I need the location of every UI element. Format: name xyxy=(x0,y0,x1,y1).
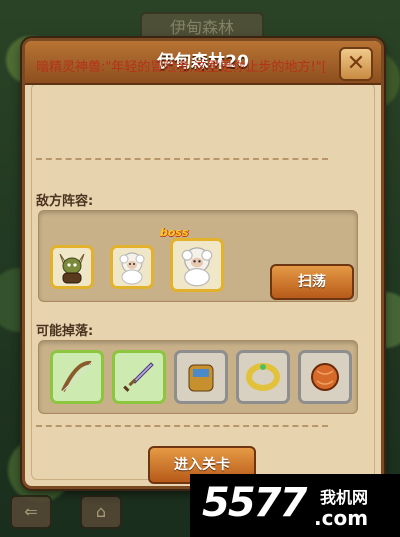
back-arrow-icon: ⇐ xyxy=(10,495,52,529)
enemy-slot[interactable] xyxy=(110,245,154,289)
watermark-domain: .com xyxy=(314,506,369,530)
site-watermark: 5577 我机网 .com xyxy=(190,474,400,537)
bow-icon xyxy=(61,360,92,392)
drop-slot[interactable] xyxy=(236,350,290,404)
watermark-number: 5577 xyxy=(202,480,307,526)
npc-quote: 暗精灵神兽:"年轻的冒险者,这里是你止步的地方!"[ xyxy=(36,60,327,75)
home-icon: ⌂ xyxy=(80,495,122,529)
drop-slot[interactable] xyxy=(174,350,228,404)
divider xyxy=(36,425,328,427)
enemy-boss-slot[interactable] xyxy=(170,238,224,292)
drop-slot[interactable] xyxy=(298,350,352,404)
horned-goblin-icon xyxy=(59,253,85,284)
white-sheep-boss-icon xyxy=(181,247,213,287)
possible-drops-label: 可能掉落: xyxy=(36,324,94,339)
enemy-slot[interactable] xyxy=(50,245,94,289)
watermark-site: 我机网 xyxy=(320,488,369,507)
ring-icon xyxy=(246,363,280,391)
sweep-button[interactable]: 扫荡 xyxy=(270,264,354,300)
orb-icon xyxy=(311,363,339,391)
drop-slot[interactable] xyxy=(50,350,104,404)
enemy-lineup-label: 敌方阵容: xyxy=(36,194,94,209)
close-button[interactable]: ✕ xyxy=(339,47,373,81)
sword-icon xyxy=(123,362,154,392)
white-sheep-icon xyxy=(119,252,145,285)
drop-slot[interactable] xyxy=(112,350,166,404)
bracer-icon xyxy=(188,364,214,392)
divider xyxy=(36,158,328,160)
